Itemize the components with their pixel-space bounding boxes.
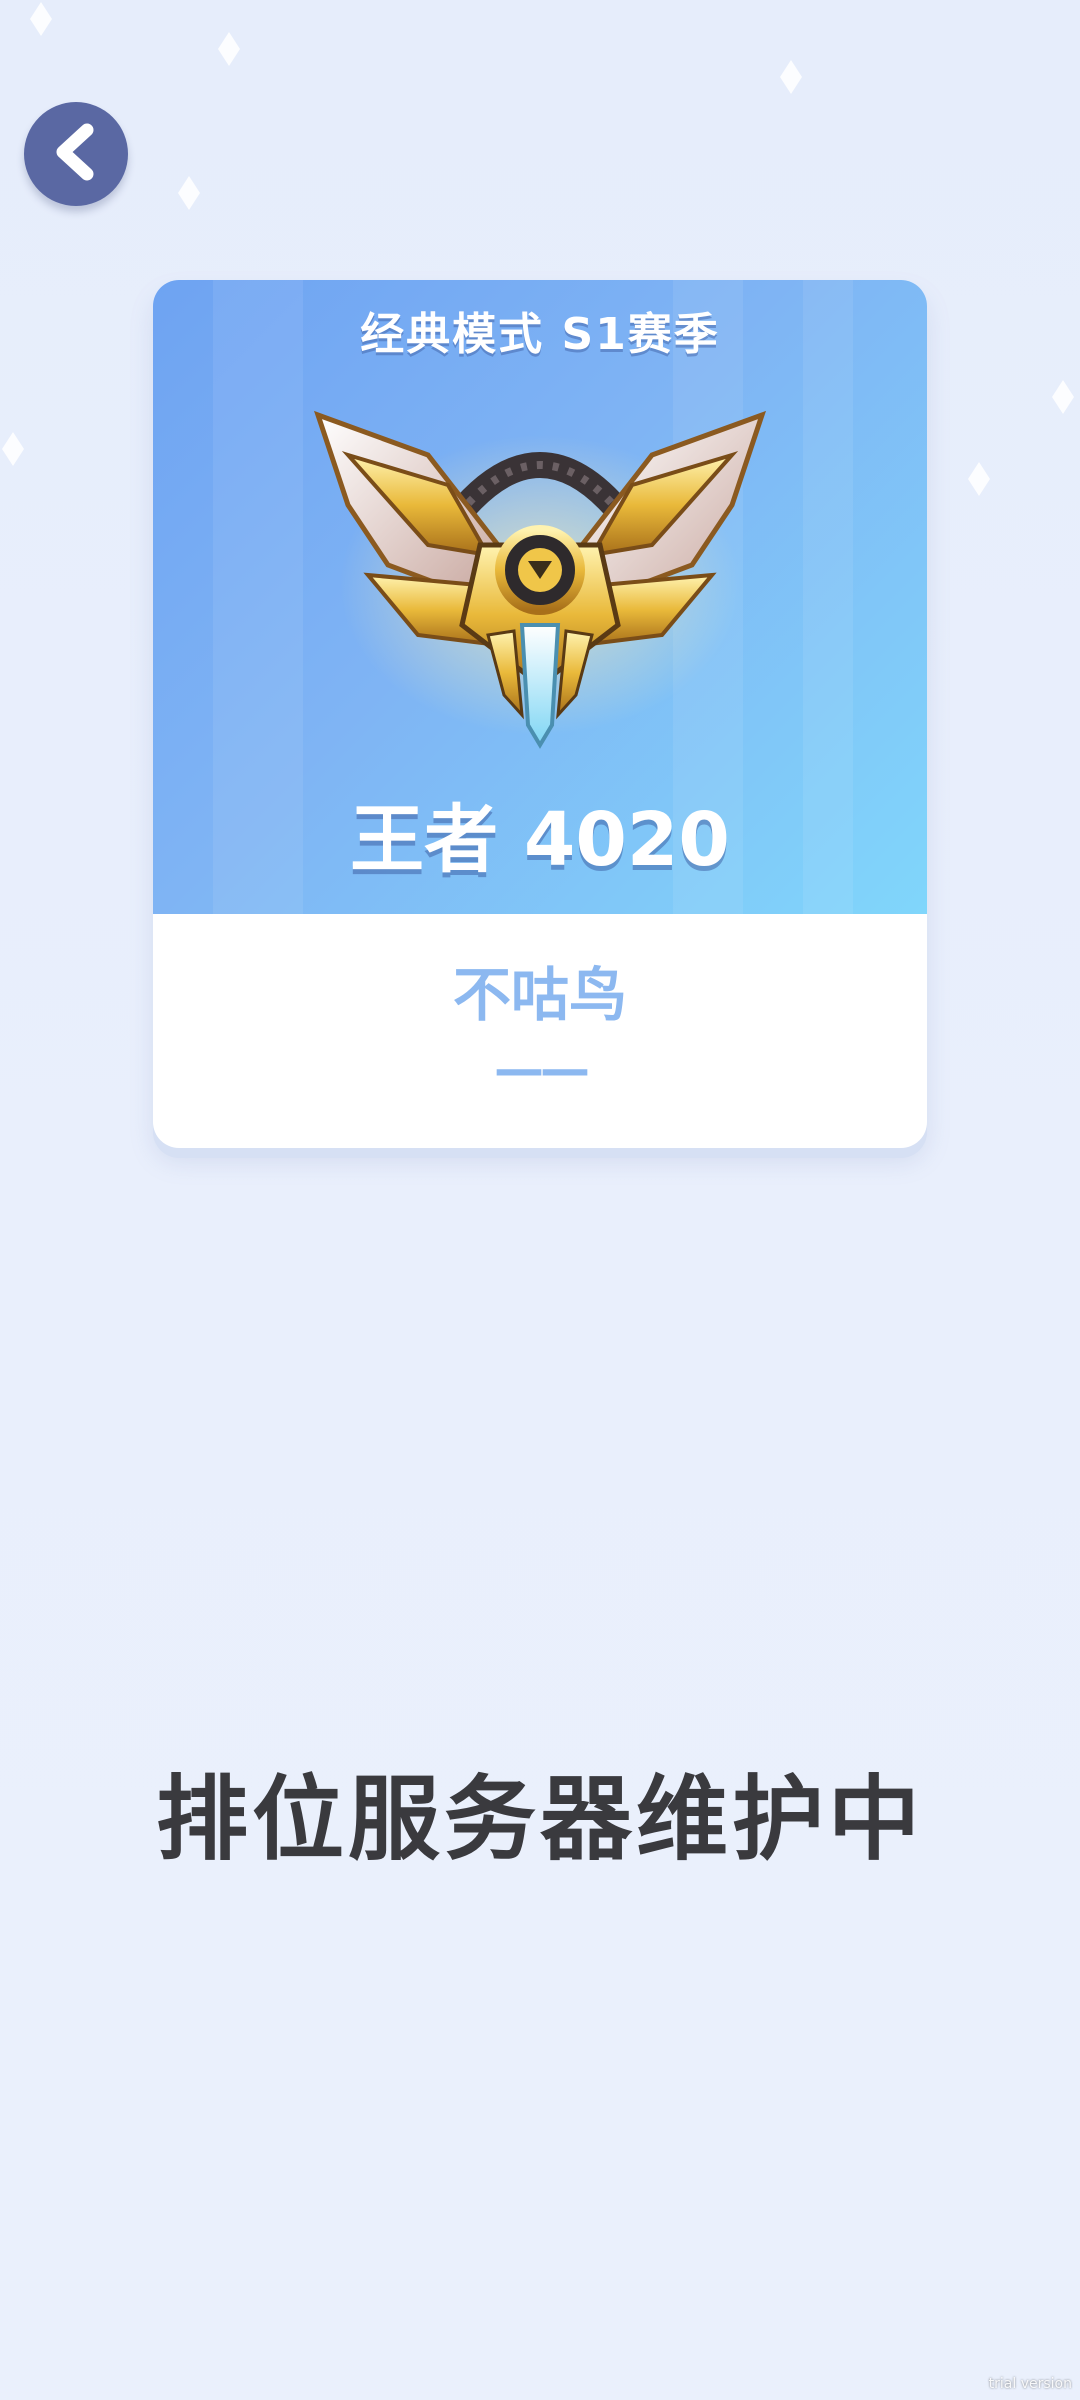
player-name: 不咕鸟: [452, 961, 627, 1029]
rank-screen: 经典模式 S1赛季 王者 4020 不咕鸟 —— 排位服务器维护中 trial …: [0, 0, 1080, 2400]
rank-card: 经典模式 S1赛季 王者 4020 不咕鸟 ——: [153, 280, 927, 1148]
maintenance-message: 排位服务器维护中: [155, 1766, 924, 1873]
rank-label: 王者 4020: [350, 797, 730, 883]
sparkle-decoration: [218, 32, 240, 66]
rank-card-header: 经典模式 S1赛季 王者 4020: [153, 280, 927, 914]
player-subtitle: ——: [494, 1040, 590, 1098]
sparkle-decoration: [2, 432, 24, 466]
sparkle-decoration: [968, 462, 990, 496]
king-rank-emblem-icon: [308, 395, 772, 755]
chevron-left-icon: [51, 122, 101, 186]
sparkle-decoration: [30, 2, 52, 36]
sparkle-decoration: [1052, 380, 1074, 414]
sparkle-decoration: [780, 60, 802, 94]
sparkle-decoration: [178, 176, 200, 210]
back-button[interactable]: [24, 102, 128, 206]
watermark: trial version: [988, 2376, 1072, 2392]
season-title: 经典模式 S1赛季: [360, 309, 720, 360]
